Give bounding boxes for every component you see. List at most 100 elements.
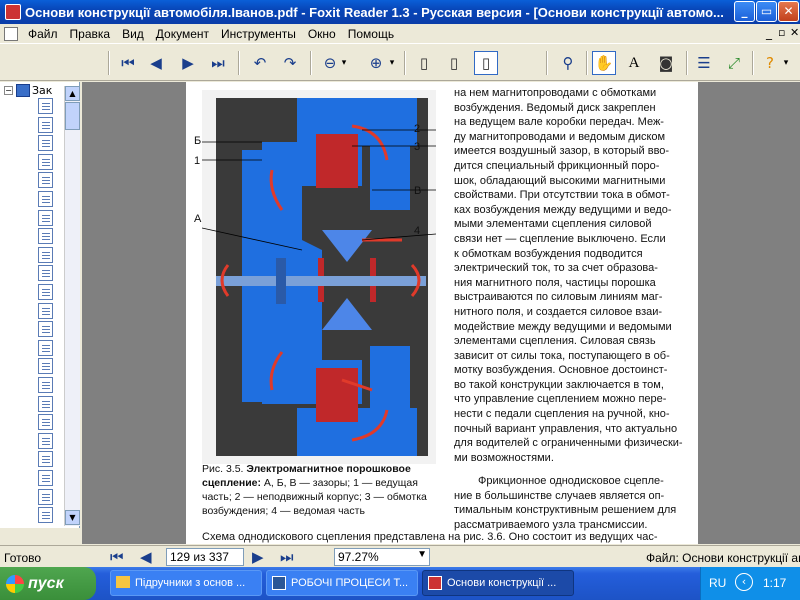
- bookmark-page-icon[interactable]: [38, 377, 56, 395]
- bookmarks-panel-icon[interactable]: ☰: [692, 51, 716, 75]
- text-line: ния магнитного поля, частицы порошка: [454, 276, 656, 289]
- minimize-button[interactable]: _: [734, 1, 755, 22]
- first-page-icon[interactable]: ⏮: [116, 51, 140, 75]
- bookmark-page-icon[interactable]: [38, 228, 56, 246]
- toolbar-separator: [238, 51, 240, 75]
- bookmark-page-icon[interactable]: [38, 209, 56, 228]
- bookmark-page-icon[interactable]: [38, 451, 56, 469]
- bookmark-page-icon[interactable]: [38, 116, 56, 135]
- maximize-button[interactable]: ▭: [756, 1, 777, 22]
- hand-tool-icon[interactable]: ✋: [592, 51, 616, 75]
- page-icon: [38, 302, 53, 319]
- menu-document[interactable]: Документ: [150, 27, 215, 41]
- bookmark-page-icon[interactable]: [38, 488, 56, 507]
- doc-minimize-button[interactable]: _: [766, 26, 772, 40]
- toolbar-separator: [586, 51, 588, 75]
- bookmark-page-icon[interactable]: [38, 414, 56, 432]
- page-icon: [38, 488, 53, 505]
- menu-help[interactable]: Помощь: [342, 27, 400, 41]
- task-word[interactable]: РОБОЧІ ПРОЦЕСИ Т...: [266, 570, 418, 596]
- text-line: на нем магнитопроводами с обмотками: [454, 87, 657, 99]
- scroll-down-icon[interactable]: ▼: [65, 510, 80, 525]
- menu-view[interactable]: Вид: [116, 27, 150, 41]
- zoom-dropdown-icon[interactable]: ▼: [417, 549, 427, 560]
- doc-close-button[interactable]: ✕: [790, 26, 799, 39]
- bookmark-page-icon[interactable]: [38, 321, 56, 339]
- page-icon: [38, 414, 53, 431]
- select-text-icon[interactable]: A: [622, 51, 646, 75]
- prev-page-icon[interactable]: ◀: [144, 51, 168, 75]
- task-foxit[interactable]: Основи конструкції ...: [422, 570, 574, 596]
- bookmark-page-icon[interactable]: [38, 191, 56, 209]
- scroll-up-icon[interactable]: ▲: [65, 86, 80, 101]
- help-dropdown-icon[interactable]: ▾: [780, 51, 792, 75]
- menu-edit[interactable]: Правка: [64, 27, 117, 41]
- doc-restore-button[interactable]: ▫: [778, 26, 785, 39]
- page-icon: [38, 191, 53, 207]
- menu-file[interactable]: Файл: [22, 27, 64, 41]
- zoom-out-dropdown-icon[interactable]: ▾: [338, 51, 350, 75]
- bookmark-page-icon[interactable]: [38, 135, 56, 153]
- zoom-select[interactable]: 97.27% ▼: [334, 548, 430, 566]
- language-indicator[interactable]: RU: [709, 576, 726, 590]
- close-button[interactable]: ✕: [778, 1, 799, 22]
- bookmark-page-icon[interactable]: [38, 302, 56, 321]
- facing-page-icon[interactable]: ▯: [474, 51, 498, 75]
- task-folder[interactable]: Підручники з основ ...: [110, 570, 262, 596]
- foxit-app-icon[interactable]: [5, 4, 21, 20]
- bookmark-page-icon[interactable]: [38, 172, 56, 190]
- figure-label-v: В: [414, 185, 422, 197]
- bookmark-page-icon[interactable]: [38, 284, 56, 302]
- rotate-left-icon[interactable]: ↶: [248, 51, 272, 75]
- bookmark-page-icon[interactable]: [38, 153, 56, 172]
- rotate-right-icon[interactable]: ↷: [278, 51, 302, 75]
- page-number-field[interactable]: 129 из 337: [166, 548, 244, 566]
- bookmark-page-icon[interactable]: [38, 358, 56, 376]
- bookmark-page-icon[interactable]: [38, 432, 56, 451]
- toolbar-separator: [752, 51, 754, 75]
- menu-window[interactable]: Окно: [302, 27, 342, 41]
- page-icon: [38, 228, 53, 245]
- fullscreen-icon[interactable]: ⤢: [722, 51, 746, 75]
- bookmark-page-icon[interactable]: [38, 246, 56, 265]
- next-page-icon[interactable]: ▶: [176, 51, 200, 75]
- find-binoculars-icon[interactable]: ⚲: [556, 51, 580, 75]
- text-line: модействие между ведущими и ведомыми: [454, 320, 672, 333]
- toolbar-separator: [546, 51, 548, 75]
- bookmark-page-icon[interactable]: [38, 265, 56, 283]
- tree-collapse-icon[interactable]: −: [4, 86, 13, 95]
- help-icon[interactable]: ?: [758, 51, 782, 75]
- status-first-page-icon[interactable]: ⏮: [110, 548, 124, 566]
- figure-label-a: А: [194, 213, 202, 225]
- page-icon: [38, 395, 53, 412]
- zoom-in-icon[interactable]: ⊕: [364, 51, 388, 75]
- clutch-figure: [202, 90, 436, 464]
- single-page-icon[interactable]: ▯: [412, 51, 436, 75]
- page-icon: [38, 209, 53, 226]
- zoom-in-dropdown-icon[interactable]: ▾: [386, 51, 398, 75]
- text-line: шок, обладающий высокими магнитными: [454, 174, 666, 187]
- tree-root-label[interactable]: Зак: [32, 84, 52, 97]
- continuous-page-icon[interactable]: ▯: [442, 51, 466, 75]
- left-panel-scrollbar[interactable]: ▲ ▼: [64, 86, 80, 526]
- status-last-page-icon[interactable]: ⏭: [280, 548, 294, 566]
- menu-bar: Файл Правка Вид Документ Инструменты Окн…: [0, 24, 800, 44]
- bookmark-page-icon[interactable]: [38, 470, 56, 488]
- document-icon[interactable]: [4, 26, 18, 41]
- page-icon: [38, 507, 53, 524]
- text-line: что управление сцеплением можно пере-: [454, 393, 667, 406]
- page-icon: [38, 98, 53, 114]
- status-next-page-icon[interactable]: ▶: [252, 548, 264, 566]
- status-prev-page-icon[interactable]: ◀: [140, 548, 152, 566]
- bookmark-page-icon[interactable]: [38, 507, 56, 525]
- bookmark-page-icon[interactable]: [38, 98, 56, 116]
- bookmark-page-icon[interactable]: [38, 395, 56, 414]
- bookmark-page-icon[interactable]: [38, 339, 56, 358]
- tray-expand-icon[interactable]: ‹: [735, 573, 753, 591]
- page-icon: [38, 135, 53, 152]
- menu-tools[interactable]: Инструменты: [215, 27, 302, 41]
- snapshot-camera-icon[interactable]: ◙: [654, 51, 678, 75]
- last-page-icon[interactable]: ⏭: [206, 51, 230, 75]
- text-line: элементами сцепления. Силовая связь: [454, 335, 656, 348]
- scroll-thumb[interactable]: [65, 102, 80, 130]
